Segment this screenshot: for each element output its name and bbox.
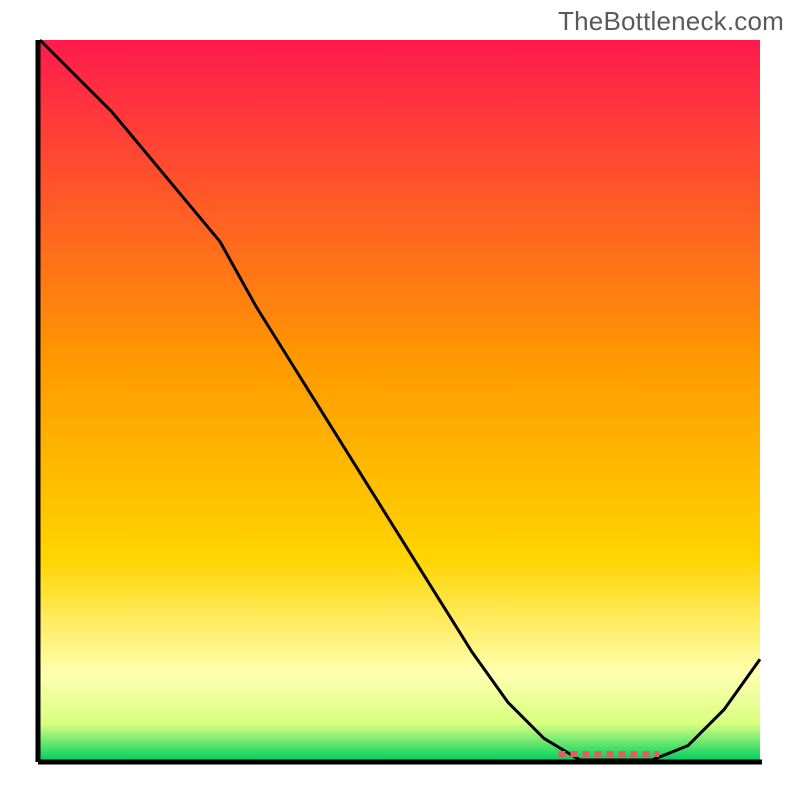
bottleneck-chart (0, 0, 800, 800)
watermark-text: TheBottleneck.com (558, 6, 784, 37)
plot-background (40, 40, 760, 760)
